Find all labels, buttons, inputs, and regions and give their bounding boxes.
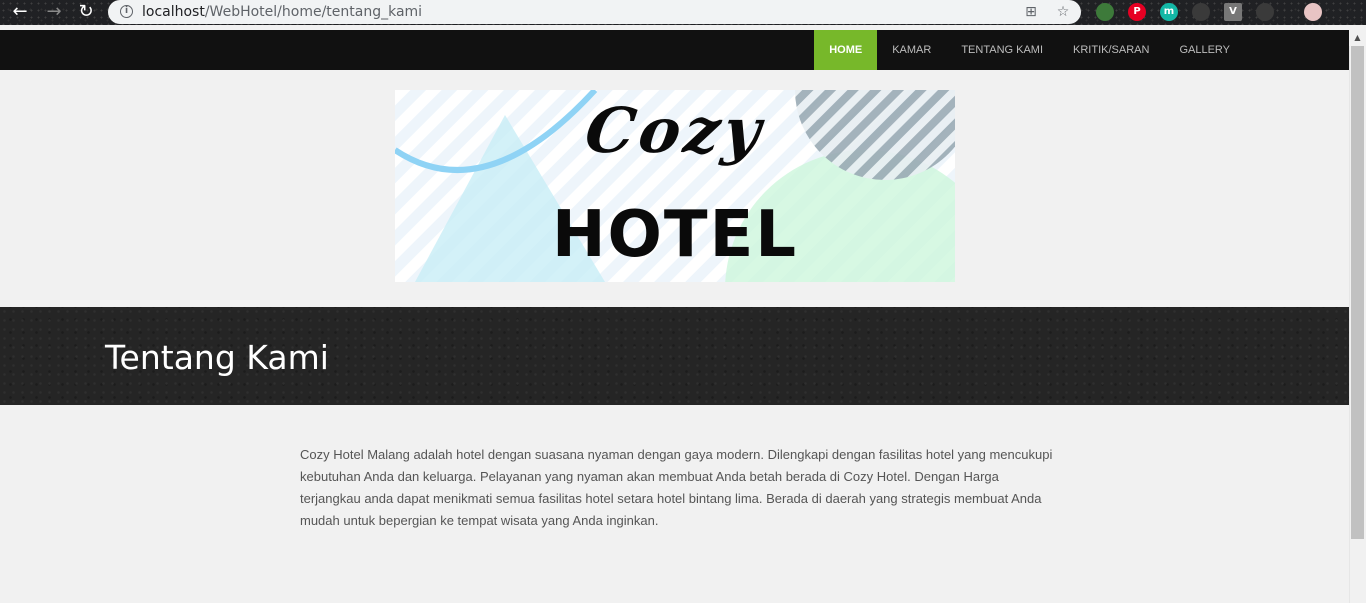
page-title: Tentang Kami [105, 338, 329, 377]
hotel-logo-banner: Cozy HOTEL [395, 90, 955, 282]
profile-avatar[interactable] [1304, 3, 1322, 21]
scrollbar-thumb[interactable] [1351, 46, 1364, 539]
logo-main-text: HOTEL [551, 198, 799, 272]
page-heading-band: Tentang Kami [0, 307, 1349, 405]
extension-v-icon[interactable]: V [1224, 3, 1242, 21]
address-bar[interactable]: i localhost/WebHotel/home/tentang_kami ⊞… [108, 0, 1081, 24]
info-icon[interactable]: i [120, 5, 133, 18]
site-navbar: HOME KAMAR TENTANG KAMI KRITIK/SARAN GAL… [0, 30, 1349, 70]
arrow-left-icon: ← [12, 1, 28, 22]
url-host: localhost [142, 4, 205, 20]
translate-icon[interactable]: ⊞ [1022, 3, 1040, 21]
extension-gear-icon[interactable] [1192, 3, 1210, 21]
nav-gallery[interactable]: GALLERY [1164, 30, 1245, 70]
forward-button[interactable]: → [42, 1, 66, 23]
browser-toolbar: ← → ↻ i localhost/WebHotel/home/tentang_… [0, 0, 1366, 25]
main-menu: HOME KAMAR TENTANG KAMI KRITIK/SARAN GAL… [814, 30, 1245, 70]
reload-button[interactable]: ↻ [74, 1, 98, 23]
reload-icon: ↻ [78, 1, 94, 22]
arrow-right-icon: → [46, 1, 62, 22]
pinterest-icon[interactable]: P [1128, 3, 1146, 21]
extension-gear-icon[interactable] [1256, 3, 1274, 21]
nav-tentang-kami[interactable]: TENTANG KAMI [946, 30, 1058, 70]
nav-kritik-saran[interactable]: KRITIK/SARAN [1058, 30, 1164, 70]
extension-globe-icon[interactable] [1096, 3, 1114, 21]
back-button[interactable]: ← [8, 1, 32, 23]
logo-script-text: Cozy [580, 94, 770, 167]
url-path: /WebHotel/home/tentang_kami [204, 4, 423, 20]
nav-home[interactable]: HOME [814, 30, 878, 70]
extension-m-icon[interactable]: m [1160, 3, 1178, 21]
nav-kamar[interactable]: KAMAR [877, 30, 946, 70]
scroll-up-arrow-icon[interactable]: ▲ [1349, 30, 1366, 46]
about-paragraph: Cozy Hotel Malang adalah hotel dengan su… [300, 447, 1053, 528]
star-icon[interactable]: ☆ [1054, 3, 1072, 21]
url-text[interactable]: localhost/WebHotel/home/tentang_kami [142, 4, 422, 20]
